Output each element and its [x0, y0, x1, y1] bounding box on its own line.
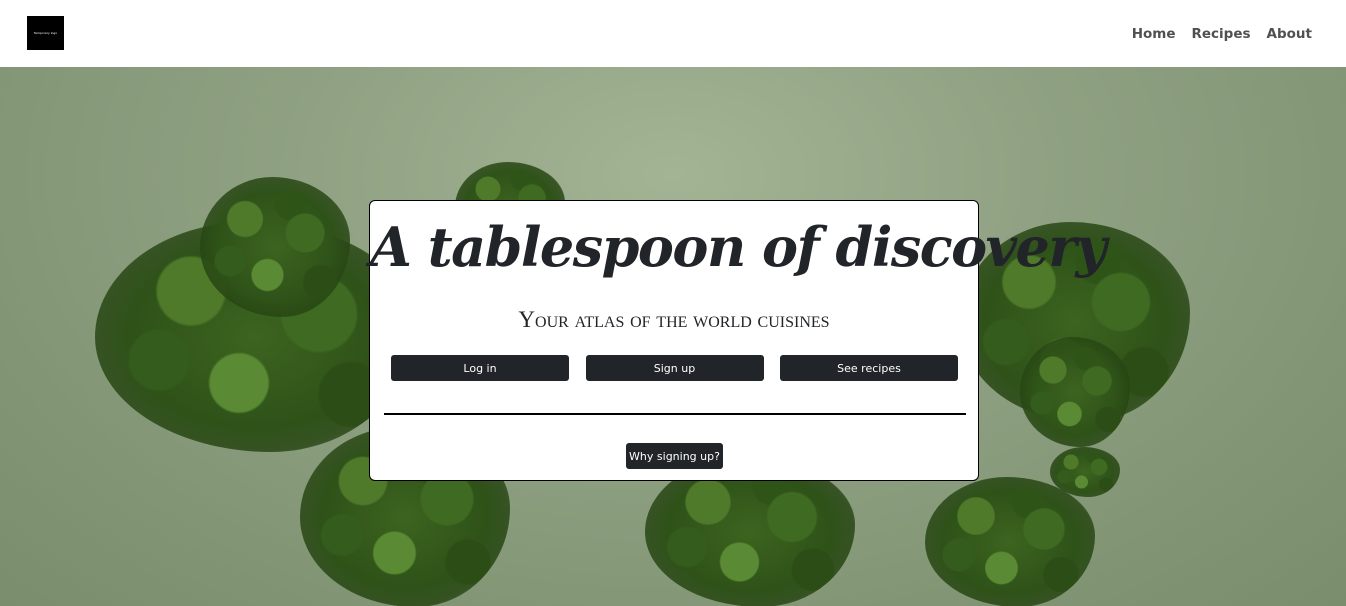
moss-clump [1050, 447, 1120, 497]
moss-clump [1020, 337, 1130, 447]
hero-card: A tablespoon of discovery Your atlas of … [369, 200, 1107, 481]
logo-text: Temporary logo [33, 31, 58, 35]
moss-clump [925, 477, 1095, 606]
nav-link-about[interactable]: About [1267, 26, 1312, 42]
top-navbar: Temporary logo Home Recipes About [0, 0, 1346, 67]
nav-link-recipes[interactable]: Recipes [1192, 26, 1251, 42]
see-recipes-button[interactable]: See recipes [780, 355, 958, 381]
login-button[interactable]: Log in [391, 355, 569, 381]
card-divider [384, 413, 966, 415]
site-logo[interactable]: Temporary logo [27, 16, 64, 50]
why-signing-up-button[interactable]: Why signing up? [626, 443, 723, 469]
signup-button[interactable]: Sign up [585, 355, 764, 381]
nav-links: Home Recipes About [1132, 0, 1312, 67]
hero-title: A tablespoon of discovery [370, 215, 1107, 279]
hero-button-row: Log in Sign up See recipes [391, 355, 958, 381]
nav-link-home[interactable]: Home [1132, 26, 1176, 42]
hero-tagline: Your atlas of the world cuisines [518, 307, 830, 332]
